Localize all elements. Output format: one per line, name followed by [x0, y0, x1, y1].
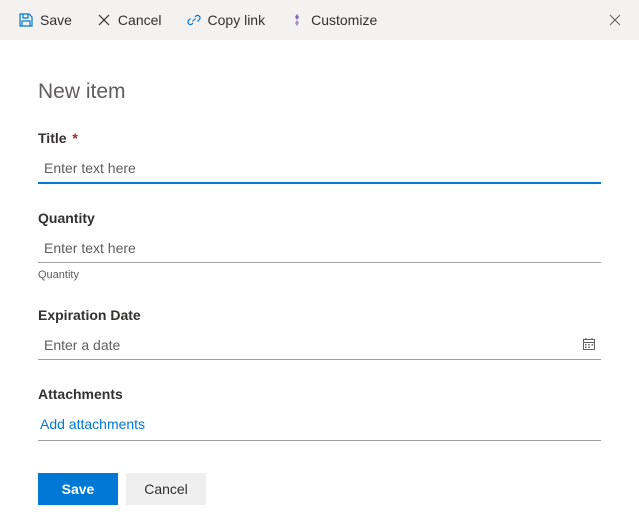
attachments-row: Add attachments — [38, 410, 601, 441]
field-attachments: Attachments Add attachments — [38, 386, 601, 441]
toolbar-save-button[interactable]: Save — [8, 4, 82, 36]
attachments-label: Attachments — [38, 386, 601, 402]
quantity-label: Quantity — [38, 210, 601, 226]
toolbar-customize-label: Customize — [311, 12, 377, 28]
required-indicator: * — [72, 130, 77, 146]
save-icon — [18, 12, 34, 28]
toolbar-cancel-label: Cancel — [118, 12, 162, 28]
title-label: Title — [38, 130, 67, 146]
quantity-helper: Quantity — [38, 269, 601, 281]
calendar-icon — [581, 336, 597, 352]
save-button[interactable]: Save — [38, 473, 118, 505]
field-title: Title * — [38, 130, 601, 184]
toolbar-save-label: Save — [40, 12, 72, 28]
form-panel: New item Title * Quantity Quantity Expir… — [0, 40, 639, 525]
toolbar: Save Cancel Copy link Customize — [0, 0, 639, 40]
title-input[interactable] — [38, 154, 601, 184]
expiration-input-row — [38, 331, 601, 360]
footer-buttons: Save Cancel — [38, 473, 601, 505]
cancel-icon — [96, 12, 112, 28]
close-icon — [607, 12, 623, 28]
customize-icon — [289, 12, 305, 28]
toolbar-cancel-button[interactable]: Cancel — [86, 4, 172, 36]
toolbar-copylink-button[interactable]: Copy link — [176, 4, 276, 36]
link-icon — [186, 12, 202, 28]
field-quantity: Quantity Quantity — [38, 210, 601, 281]
add-attachments-link[interactable]: Add attachments — [40, 416, 145, 432]
toolbar-customize-button[interactable]: Customize — [279, 4, 387, 36]
cancel-button[interactable]: Cancel — [126, 473, 206, 505]
close-button[interactable] — [599, 4, 631, 36]
datepicker-button[interactable] — [577, 332, 601, 358]
expiration-label: Expiration Date — [38, 307, 601, 323]
toolbar-copylink-label: Copy link — [208, 12, 266, 28]
title-label-row: Title * — [38, 130, 601, 146]
expiration-date-input[interactable] — [38, 331, 577, 359]
field-expiration-date: Expiration Date — [38, 307, 601, 360]
page-title: New item — [38, 80, 601, 104]
quantity-input[interactable] — [38, 234, 601, 263]
